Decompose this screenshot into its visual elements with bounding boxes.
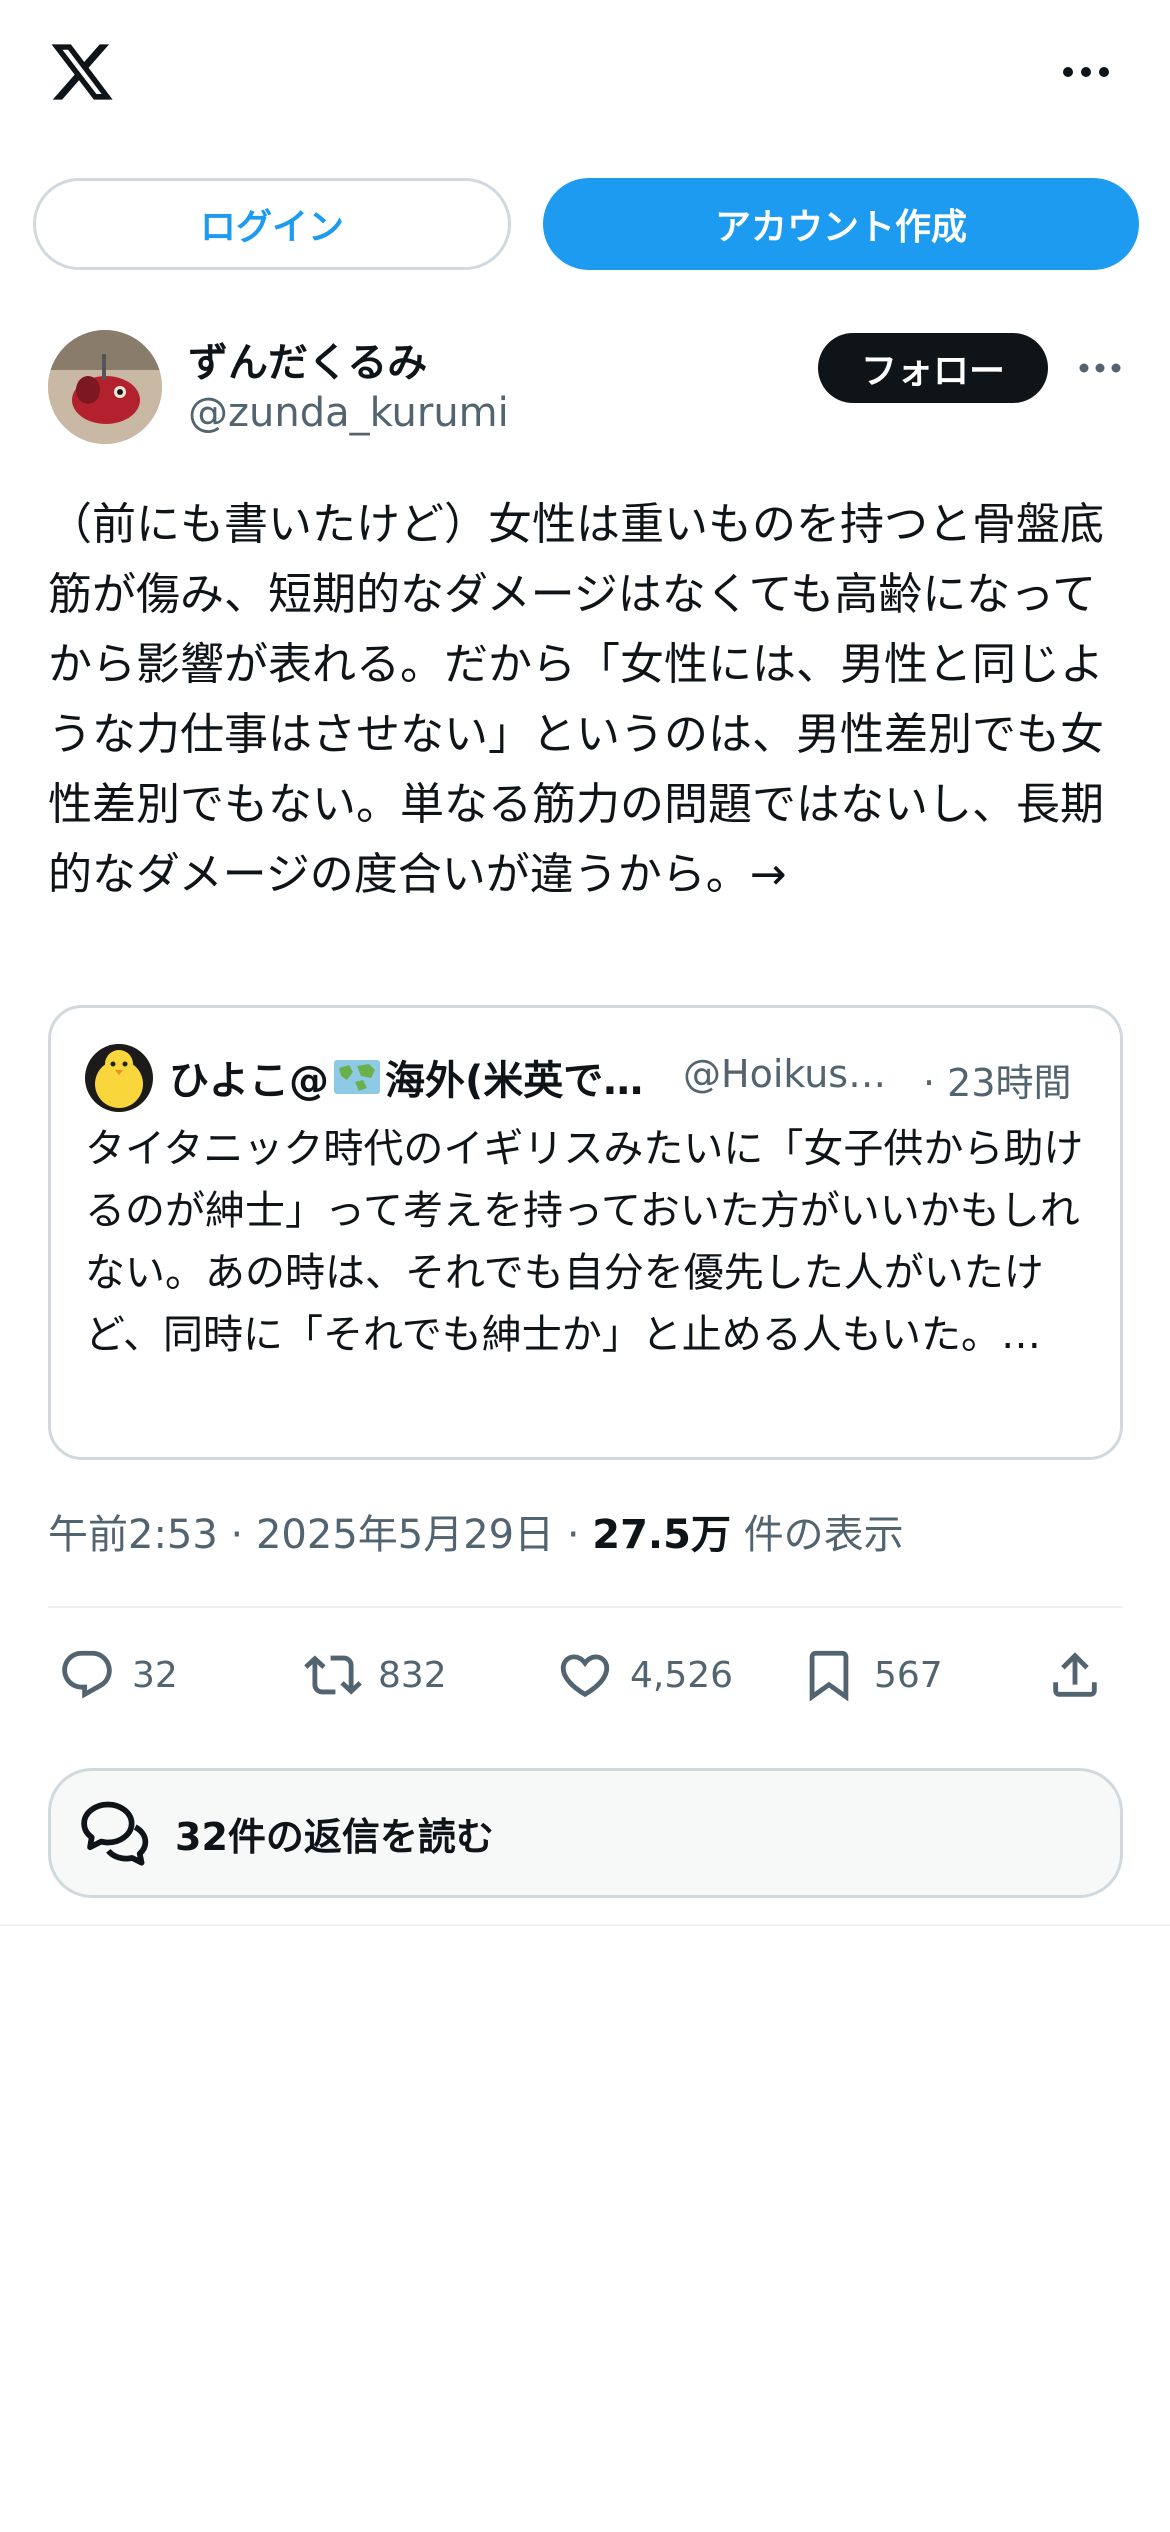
views-count: 27.5万 xyxy=(592,1512,731,1558)
login-button[interactable]: ログイン xyxy=(33,178,511,270)
top-bar xyxy=(0,0,1170,150)
quoted-author-name: ひよこ@ 海外(米英で… xyxy=(169,1058,644,1104)
reply-button[interactable]: 32 xyxy=(58,1640,178,1710)
share-icon xyxy=(1053,1652,1097,1697)
bookmark-button[interactable]: 567 xyxy=(800,1640,943,1710)
signup-button[interactable]: アカウント作成 xyxy=(543,178,1139,270)
reply-count: 32 xyxy=(132,1654,178,1696)
author-handle[interactable]: @zunda_kurumi xyxy=(188,390,509,436)
tweet-text: （前にも書いたけど）女性は重いものを持つと骨盤底筋が傷み、短期的なダメージはなく… xyxy=(48,499,1104,900)
repost-icon xyxy=(304,1655,362,1695)
tweet-author: ずんだくるみ @zunda_kurumi フォロー xyxy=(48,330,1128,450)
auth-buttons: ログイン アカウント作成 xyxy=(0,178,1170,270)
follow-button[interactable]: フォロー xyxy=(818,333,1048,403)
chick-icon xyxy=(85,1044,153,1112)
share-button[interactable] xyxy=(1046,1640,1120,1710)
bookmark-count: 567 xyxy=(874,1654,943,1696)
quoted-timestamp: · 23時間 xyxy=(923,1061,1072,1105)
like-button[interactable]: 4,526 xyxy=(556,1640,733,1710)
avatar-image xyxy=(48,330,162,444)
views-label: 件の表示 xyxy=(730,1512,904,1558)
repost-button[interactable]: 832 xyxy=(304,1640,447,1710)
avatar[interactable] xyxy=(48,330,162,444)
tweet-timestamp[interactable]: 午前2:53 · 2025年5月29日 · xyxy=(48,1512,592,1558)
read-replies-button[interactable]: 32件の返信を読む xyxy=(48,1768,1123,1898)
divider xyxy=(0,1924,1170,1926)
quoted-author-handle: @Hoikus… xyxy=(683,1052,887,1096)
heart-icon xyxy=(560,1654,610,1698)
tweet-meta: 午前2:53 · 2025年5月29日 · 27.5万 件の表示 xyxy=(48,1502,904,1560)
author-name[interactable]: ずんだくるみ xyxy=(188,330,427,388)
quoted-avatar xyxy=(85,1044,153,1112)
quoted-tweet[interactable]: ひよこ@ 海外(米英で… @Hoikus… · 23時間 タイタニック時代のイギ… xyxy=(48,1005,1123,1460)
read-replies-label: 32件の返信を読む xyxy=(175,1814,494,1859)
repost-count: 832 xyxy=(378,1654,447,1696)
more-icon[interactable] xyxy=(1076,354,1124,382)
reply-icon xyxy=(62,1650,112,1699)
chat-bubbles-icon xyxy=(81,1801,149,1866)
x-logo-icon[interactable] xyxy=(48,38,116,106)
like-count: 4,526 xyxy=(630,1654,734,1696)
quoted-text: タイタニック時代のイギリスみたいに「女子供から助けるのが紳士」って考えを持ってお… xyxy=(85,1126,1084,1358)
divider xyxy=(48,1606,1123,1608)
bookmark-icon xyxy=(809,1650,849,1702)
more-icon[interactable] xyxy=(1060,56,1112,88)
tweet-actions: 32 832 4,526 567 xyxy=(48,1640,1123,1710)
world-map-icon xyxy=(334,1060,380,1094)
